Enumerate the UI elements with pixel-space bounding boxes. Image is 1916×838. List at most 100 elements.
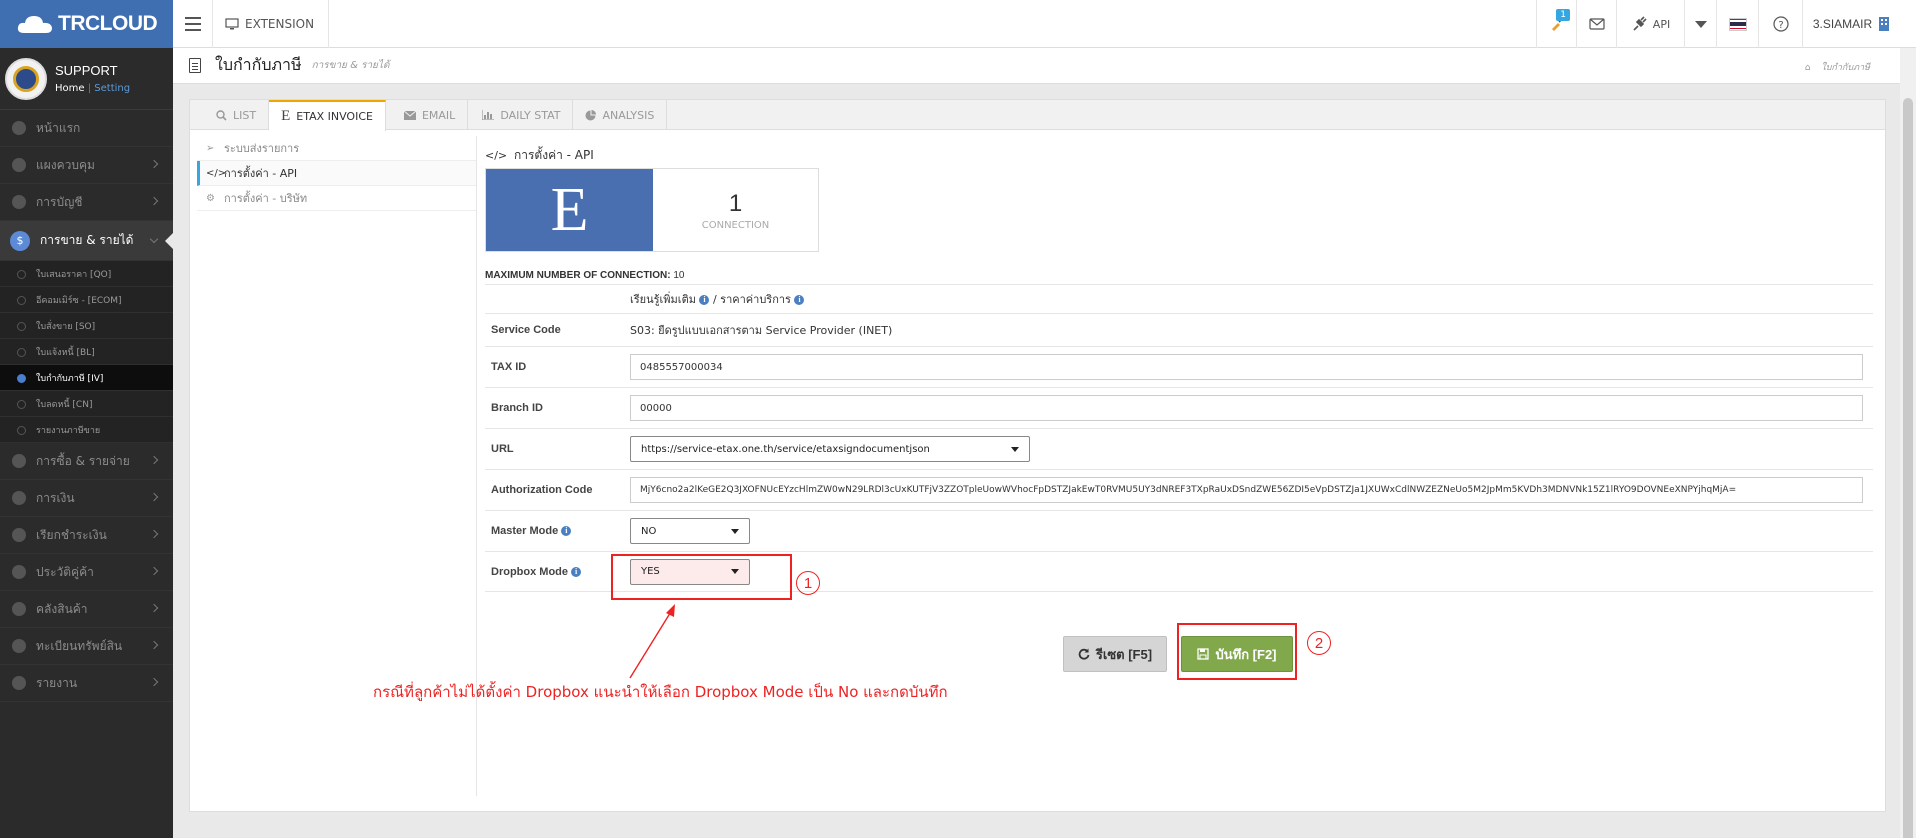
submenu-item-label: ใบแจ้งหนี้ [BL] bbox=[36, 347, 95, 358]
sidebar-item-finance[interactable]: การเงิน bbox=[0, 480, 173, 517]
info-icon: i bbox=[561, 526, 572, 537]
notification-badge: 1 bbox=[1556, 9, 1570, 21]
annotation-note: กรณีที่ลูกค้าไม่ได้ตั้งค่า Dropbox แนะนำ… bbox=[373, 683, 948, 701]
scrollbar[interactable] bbox=[1900, 48, 1916, 838]
sidebar-item-sales[interactable]: $ การขาย & รายได้ bbox=[0, 221, 173, 261]
info-icon: i bbox=[571, 566, 582, 577]
globe-icon bbox=[12, 639, 26, 653]
pricing-link[interactable]: ราคาค่าบริการ bbox=[720, 293, 791, 306]
svg-text:?: ? bbox=[1778, 20, 1783, 31]
user-label: 3.SIAMAIR bbox=[1812, 17, 1873, 31]
home-icon[interactable]: ⌂ bbox=[1805, 63, 1811, 73]
sidebar-item-dashboard[interactable]: แผงควบคุม bbox=[0, 147, 173, 184]
tab-analysis[interactable]: ANALYSIS bbox=[573, 100, 668, 130]
brand-name: TRCLOUD bbox=[58, 12, 158, 35]
profile-panel: SUPPORT Home | Setting bbox=[0, 48, 173, 110]
subnav-item-label: การตั้งค่า - บริษัท bbox=[224, 192, 308, 205]
page-title: ใบกำกับภาษี bbox=[215, 55, 302, 74]
contact-icon bbox=[12, 565, 26, 579]
submenu-item-quotation[interactable]: ใบเสนอราคา [QO] bbox=[0, 261, 173, 287]
sidebar-item-payment-request[interactable]: เรียกชำระเงิน bbox=[0, 517, 173, 554]
calendar-icon bbox=[12, 491, 26, 505]
master-mode-value: NO bbox=[641, 525, 657, 537]
learn-more-link[interactable]: เรียนรู้เพิ่มเติม bbox=[630, 293, 696, 306]
section-title-text: การตั้งค่า - API bbox=[513, 148, 594, 162]
chevron-right-icon bbox=[149, 159, 159, 169]
top-bar: TRCLOUD EXTENSION 1 API ? 3.SIAMAIR bbox=[0, 0, 1916, 48]
dropdown-button[interactable] bbox=[1684, 0, 1716, 48]
submenu-item-label: ใบสั่งขาย [SO] bbox=[36, 321, 96, 332]
api-label: API bbox=[1652, 17, 1671, 31]
connection-count: 1 bbox=[728, 189, 743, 217]
cloud-icon bbox=[12, 121, 26, 135]
master-mode-select[interactable]: NO bbox=[630, 518, 750, 544]
api-button[interactable]: API bbox=[1616, 0, 1684, 48]
tab-email[interactable]: EMAIL bbox=[386, 100, 469, 130]
menu-toggle-button[interactable] bbox=[173, 0, 213, 48]
sidebar-item-accounting[interactable]: การบัญชี bbox=[0, 184, 173, 221]
tab-label: EMAIL bbox=[421, 108, 456, 122]
submenu-item-sales-order[interactable]: ใบสั่งขาย [SO] bbox=[0, 313, 173, 339]
monitor-icon bbox=[225, 18, 239, 30]
thai-flag-icon bbox=[1728, 17, 1747, 31]
sidebar-item-assets[interactable]: ทะเบียนทรัพย์สิน bbox=[0, 628, 173, 665]
reset-button[interactable]: รีเซต [F5] bbox=[1063, 636, 1167, 672]
sidebar-item-label: ประวัติคู่ค้า bbox=[36, 564, 94, 579]
etax-logo: E bbox=[486, 169, 653, 251]
e-icon: E bbox=[281, 108, 291, 124]
submenu-item-credit-note[interactable]: ใบลดหนี้ [CN] bbox=[0, 391, 173, 417]
branch-id-input[interactable]: 00000 bbox=[630, 395, 1863, 421]
authorization-code-row: Authorization Code MjY6cno2a2lKeGE2Q3JXO… bbox=[485, 469, 1873, 510]
authorization-code-input[interactable]: MjY6cno2a2lKeGE2Q3JXOFNUcEYzcHlmZW0wN29L… bbox=[630, 477, 1863, 503]
setting-link[interactable]: Setting bbox=[94, 83, 130, 94]
submenu-item-label: รายงานภาษีขาย bbox=[36, 425, 101, 436]
sidebar-item-home[interactable]: หน้าแรก bbox=[0, 110, 173, 147]
brand-logo[interactable]: TRCLOUD bbox=[0, 0, 173, 48]
service-code-label: Service Code bbox=[491, 324, 561, 336]
reset-label: รีเซต [F5] bbox=[1095, 646, 1153, 662]
dropbox-mode-label: Dropbox Mode bbox=[491, 565, 568, 578]
building-icon bbox=[1879, 17, 1890, 31]
scrollbar-thumb[interactable] bbox=[1903, 98, 1913, 838]
authorization-code-label: Authorization Code bbox=[491, 484, 593, 496]
submenu-item-label: ใบกำกับภาษี [IV] bbox=[36, 373, 104, 384]
help-button[interactable]: ? bbox=[1758, 0, 1802, 48]
subnav-item-api-settings[interactable]: </> การตั้งค่า - API bbox=[197, 161, 476, 186]
profile-name: SUPPORT bbox=[55, 63, 118, 78]
mail-button[interactable] bbox=[1576, 0, 1616, 48]
user-menu[interactable]: 3.SIAMAIR bbox=[1802, 0, 1900, 48]
submenu-item-tax-invoice[interactable]: ใบกำกับภาษี [IV] bbox=[0, 365, 173, 391]
url-label: URL bbox=[491, 443, 514, 455]
tab-list[interactable]: LIST bbox=[190, 100, 270, 130]
annotation-box-dropbox bbox=[611, 554, 792, 600]
notification-button[interactable]: 1 bbox=[1536, 0, 1576, 48]
subnav-item-company-settings[interactable]: ⚙ การตั้งค่า - บริษัท bbox=[197, 186, 476, 211]
sidebar-item-inventory[interactable]: คลังสินค้า bbox=[0, 591, 173, 628]
sidebar-item-contacts[interactable]: ประวัติคู่ค้า bbox=[0, 554, 173, 591]
tax-id-label: TAX ID bbox=[491, 361, 527, 373]
tab-daily-stat[interactable]: DAILY STAT bbox=[468, 100, 574, 130]
submenu-item-sales-tax-report[interactable]: รายงานภาษีขาย bbox=[0, 417, 173, 443]
submenu-item-ecommerce[interactable]: อีคอมเมิร์ซ - [ECOM] bbox=[0, 287, 173, 313]
tax-id-input[interactable]: 0485557000034 bbox=[630, 354, 1863, 380]
extension-button[interactable]: EXTENSION bbox=[213, 0, 330, 48]
submenu-item-billing[interactable]: ใบแจ้งหนี้ [BL] bbox=[0, 339, 173, 365]
sidebar-item-reports[interactable]: รายงาน bbox=[0, 665, 173, 702]
info-icon: i bbox=[699, 295, 710, 305]
home-link[interactable]: Home bbox=[55, 83, 85, 94]
sidebar-item-purchase[interactable]: การซื้อ & รายจ่าย bbox=[0, 443, 173, 480]
envelope-icon bbox=[403, 110, 416, 120]
annotation-marker-2: 2 bbox=[1307, 631, 1331, 655]
subnav-item-send-system[interactable]: ➢ ระบบส่งรายการ bbox=[197, 136, 476, 161]
cloud-icon bbox=[17, 16, 52, 33]
service-code-value: S03: ยืดรูปแบบเอกสารตาม Service Provider… bbox=[630, 324, 893, 337]
language-button[interactable] bbox=[1716, 0, 1758, 48]
search-icon bbox=[216, 109, 227, 121]
breadcrumb-current: ใบกำกับภาษี bbox=[1821, 63, 1870, 73]
avatar[interactable] bbox=[5, 57, 47, 100]
subnav-item-label: ระบบส่งรายการ bbox=[224, 142, 300, 155]
tab-etax-invoice[interactable]: E ETAX INVOICE bbox=[269, 100, 386, 131]
master-mode-label: Master Mode bbox=[491, 525, 559, 537]
url-select[interactable]: https://service-etax.one.th/service/etax… bbox=[630, 436, 1030, 462]
connection-stat: 1 CONNECTION bbox=[653, 169, 818, 251]
